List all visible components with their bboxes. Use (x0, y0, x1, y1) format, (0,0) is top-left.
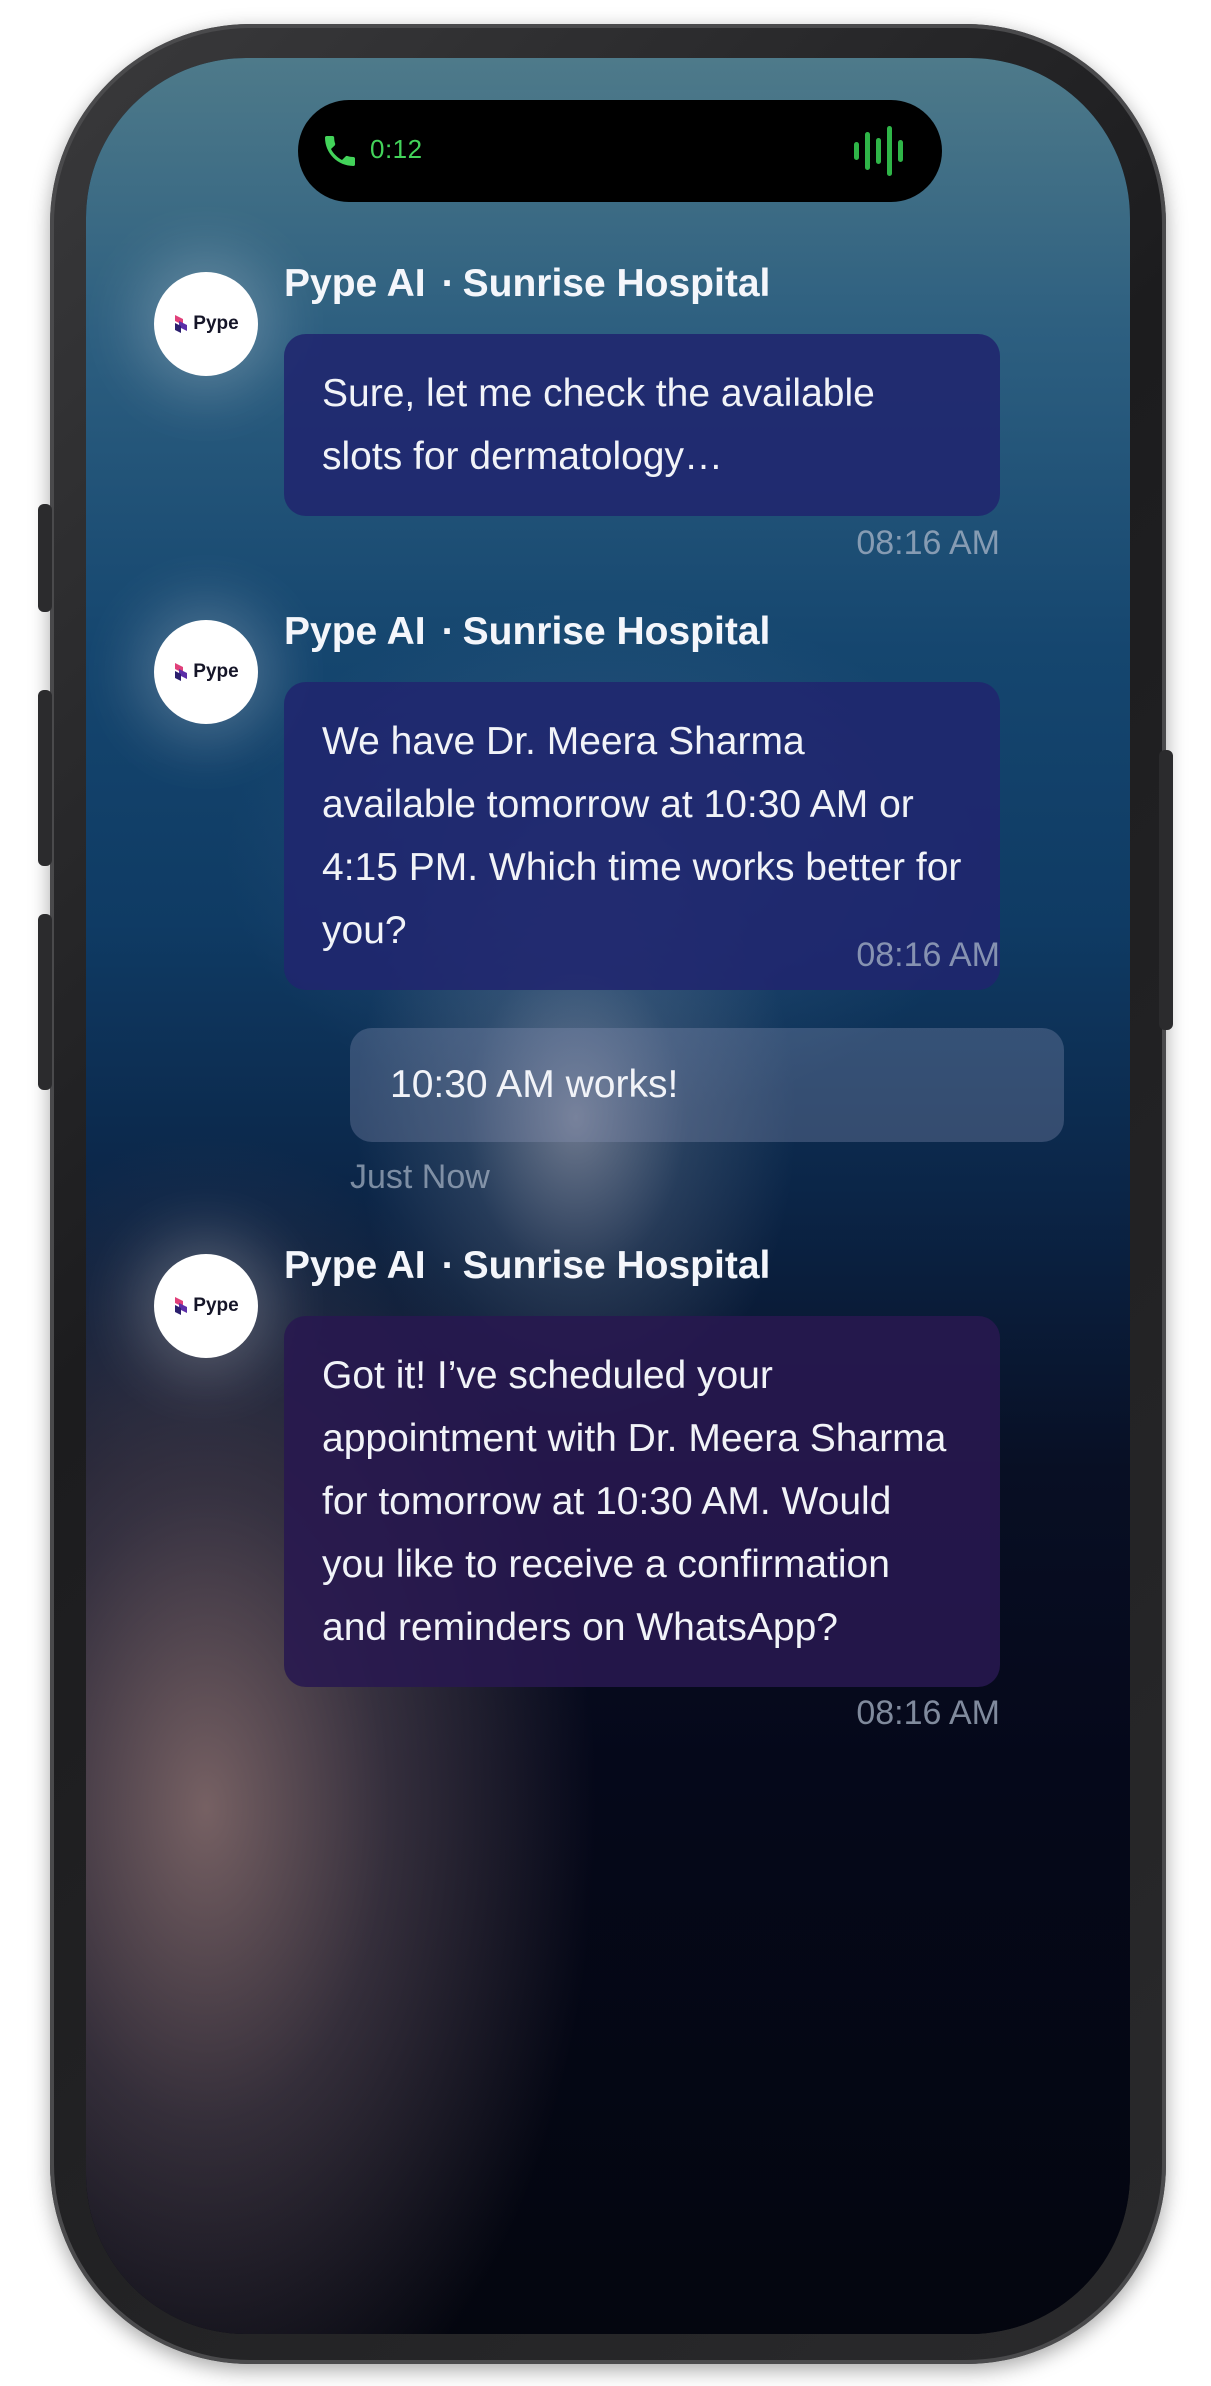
dynamic-island-call-status[interactable]: 0:12 (298, 100, 942, 202)
sender-name: Pype AI (284, 1244, 426, 1287)
volume-down-button (38, 914, 52, 1090)
sender-line: Pype AI · Sunrise Hospital (284, 262, 770, 306)
avatar: Pype (154, 272, 258, 376)
sender-separator: · (441, 610, 455, 653)
message-bubble-user: 10:30 AM works! (350, 1028, 1064, 1142)
volume-up-button (38, 690, 52, 866)
pype-logo-icon (175, 663, 188, 681)
sender-name: Pype AI (284, 610, 426, 653)
power-button (1159, 750, 1173, 1030)
waveform-icon (854, 126, 903, 176)
avatar-logo-text: Pype (193, 313, 239, 334)
message-timestamp: 08:16 AM (856, 936, 1000, 974)
avatar: Pype (154, 620, 258, 724)
pype-logo-icon (175, 315, 188, 333)
message-timestamp: 08:16 AM (856, 1694, 1000, 1732)
user-message-text: 10:30 AM works! (390, 1063, 679, 1106)
sender-line: Pype AI · Sunrise Hospital (284, 1244, 770, 1288)
avatar: Pype (154, 1254, 258, 1358)
call-timer: 0:12 (370, 134, 423, 164)
message-timestamp: 08:16 AM (856, 524, 1000, 562)
sender-separator: · (441, 262, 455, 305)
action-button (38, 504, 52, 612)
phone-screen: 0:12 Pype Pype AI · Sunrise Hospital Sure,… (86, 58, 1130, 2334)
avatar-logo-text: Pype (193, 661, 239, 682)
avatar-logo-text: Pype (193, 1295, 239, 1316)
sender-org: Sunrise Hospital (462, 1244, 771, 1287)
sender-line: Pype AI · Sunrise Hospital (284, 610, 770, 654)
sender-separator: · (441, 1244, 455, 1287)
message-timestamp: Just Now (350, 1158, 490, 1196)
message-bubble-bot: Sure, let me check the available slots f… (284, 334, 1000, 516)
phone-icon (325, 136, 355, 166)
sender-org: Sunrise Hospital (462, 610, 771, 653)
message-bubble-bot: Got it! I’ve scheduled your appointment … (284, 1316, 1000, 1687)
pype-logo-icon (175, 1297, 188, 1315)
sender-name: Pype AI (284, 262, 426, 305)
sender-org: Sunrise Hospital (462, 262, 771, 305)
